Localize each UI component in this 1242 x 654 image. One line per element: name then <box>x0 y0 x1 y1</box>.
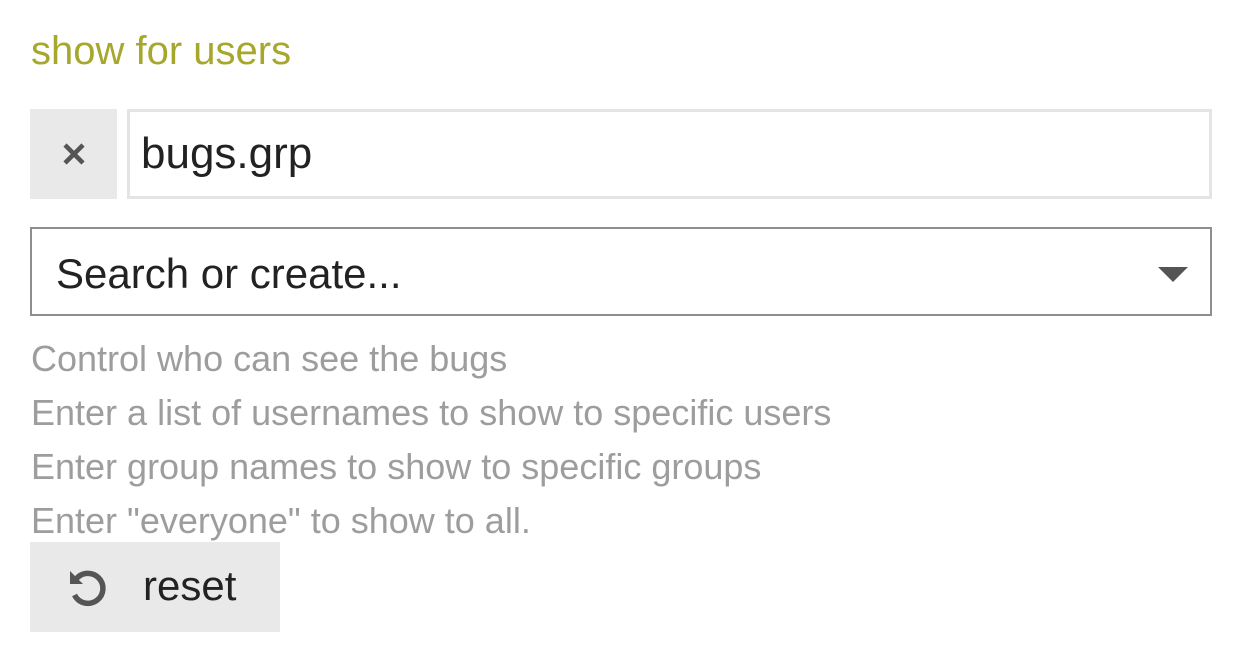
description-line: Control who can see the bugs <box>31 338 508 379</box>
description-line: Enter group names to show to specific gr… <box>31 446 762 487</box>
caret-down-icon <box>1158 267 1188 282</box>
reset-label: reset <box>143 562 237 609</box>
setting-title: show for users <box>31 29 292 73</box>
search-placeholder: Search or create... <box>56 250 402 297</box>
undo-icon <box>64 563 112 611</box>
value-list-item <box>30 109 1212 199</box>
reset-button[interactable]: reset <box>30 542 280 632</box>
search-or-create-select[interactable]: Search or create... <box>30 227 1212 316</box>
close-icon <box>62 142 86 166</box>
remove-value-button[interactable] <box>30 109 117 199</box>
value-input[interactable] <box>127 109 1212 199</box>
setting-description: Control who can see the bugs Enter a lis… <box>31 332 831 548</box>
description-line: Enter a list of usernames to show to spe… <box>31 392 832 433</box>
description-line: Enter "everyone" to show to all. <box>31 500 531 541</box>
